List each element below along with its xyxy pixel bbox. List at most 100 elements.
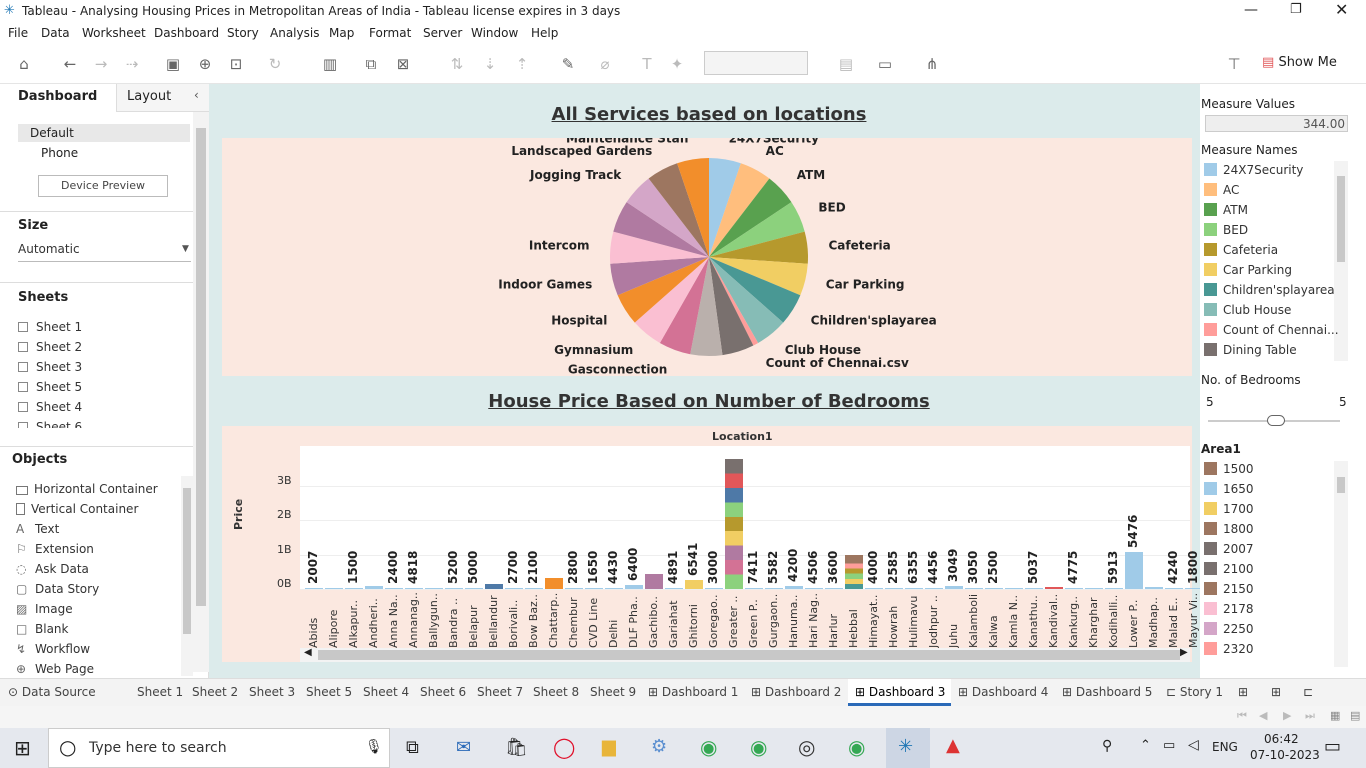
object-vertical-container[interactable]: Vertical Container bbox=[16, 502, 138, 516]
bar[interactable] bbox=[945, 586, 963, 589]
obs-icon[interactable]: ◎ bbox=[798, 735, 815, 759]
tableau-taskbar-icon[interactable]: ✳ bbox=[898, 736, 913, 757]
tab-dashboard-2[interactable]: ⊞ Dashboard 2 bbox=[751, 685, 841, 699]
bar[interactable] bbox=[785, 585, 803, 589]
tab-dashboard-5[interactable]: ⊞ Dashboard 5 bbox=[1062, 685, 1152, 699]
labels-icon[interactable]: T bbox=[637, 55, 657, 73]
object-text[interactable]: A Text bbox=[16, 522, 59, 536]
bar[interactable] bbox=[505, 587, 523, 589]
legend-item[interactable]: AC bbox=[1204, 183, 1239, 197]
clear-sheet-icon[interactable]: ⊠ bbox=[393, 55, 413, 73]
bar[interactable] bbox=[465, 588, 483, 589]
home-icon[interactable]: ⌂ bbox=[14, 55, 34, 73]
bar[interactable] bbox=[525, 588, 543, 589]
bar[interactable] bbox=[985, 588, 1003, 589]
tab-dashboard-3[interactable]: ⊞ Dashboard 3 bbox=[855, 685, 945, 699]
sheet-item[interactable]: Sheet 3 bbox=[18, 360, 82, 374]
collapse-pane-icon[interactable]: ‹ bbox=[194, 88, 199, 102]
undo-icon[interactable]: ← bbox=[60, 55, 80, 73]
redo-icon[interactable]: → bbox=[91, 55, 111, 73]
legend-item[interactable]: ATM bbox=[1204, 203, 1248, 217]
legend-item[interactable]: 24X7Security bbox=[1204, 163, 1303, 177]
sort-descending-icon[interactable]: ⇡ bbox=[512, 55, 532, 73]
legend-item[interactable]: Cafeteria bbox=[1204, 243, 1278, 257]
bedrooms-slider-handle[interactable] bbox=[1267, 415, 1285, 426]
list-view-icon[interactable]: ▤ bbox=[1350, 709, 1360, 722]
grid-view-icon[interactable]: ▦ bbox=[1330, 709, 1340, 722]
tab-sheet-4[interactable]: Sheet 4 bbox=[363, 685, 409, 699]
menu-server[interactable]: Server bbox=[423, 26, 462, 40]
bar[interactable] bbox=[1085, 587, 1103, 589]
menu-file[interactable]: File bbox=[8, 26, 28, 40]
menu-dashboard[interactable]: Dashboard bbox=[154, 26, 219, 40]
bar[interactable] bbox=[725, 458, 743, 589]
new-data-source-icon[interactable]: ⊕ bbox=[195, 55, 215, 73]
tab-dashboard[interactable]: Dashboard bbox=[0, 84, 116, 112]
format-painter-icon[interactable]: ⊤ bbox=[1224, 55, 1244, 73]
bar[interactable] bbox=[1065, 588, 1083, 589]
device-preview-button[interactable]: Device Preview bbox=[38, 175, 168, 197]
device-phone[interactable]: Phone bbox=[41, 146, 78, 160]
bar[interactable] bbox=[805, 587, 823, 589]
nav-prev-icon[interactable]: ◀ bbox=[1259, 709, 1267, 722]
measure-names-scroll-thumb[interactable] bbox=[1337, 176, 1345, 262]
bar[interactable] bbox=[1005, 588, 1023, 589]
bar[interactable] bbox=[485, 584, 503, 589]
chrome-profile-2-icon[interactable]: ◉ bbox=[848, 735, 865, 759]
nav-first-icon[interactable]: ⏮ bbox=[1237, 709, 1247, 723]
object-extension[interactable]: ⚐ Extension bbox=[16, 542, 94, 556]
menu-help[interactable]: Help bbox=[531, 26, 558, 40]
bar[interactable] bbox=[585, 588, 603, 589]
swap-icon[interactable]: ⇅ bbox=[447, 55, 467, 73]
file-explorer-icon[interactable]: ▆ bbox=[602, 736, 616, 757]
object-workflow[interactable]: ↯ Workflow bbox=[16, 642, 90, 656]
tab-sheet-9[interactable]: Sheet 9 bbox=[590, 685, 636, 699]
bar[interactable] bbox=[1125, 551, 1143, 589]
bar[interactable] bbox=[1045, 587, 1063, 589]
nav-next-icon[interactable]: ▶ bbox=[1283, 709, 1291, 722]
bar[interactable] bbox=[845, 554, 863, 589]
bar[interactable] bbox=[625, 584, 643, 589]
network-icon[interactable]: ▭ bbox=[1163, 738, 1175, 753]
legend-item[interactable]: 2320 bbox=[1204, 642, 1254, 656]
refresh-icon[interactable]: ↻ bbox=[265, 55, 285, 73]
bar[interactable] bbox=[425, 587, 443, 589]
tab-dashboard-1[interactable]: ⊞ Dashboard 1 bbox=[648, 685, 738, 699]
volume-icon[interactable]: ◁ bbox=[1188, 737, 1199, 753]
menu-map[interactable]: Map bbox=[329, 26, 354, 40]
legend-item[interactable]: 2250 bbox=[1204, 622, 1254, 636]
bar[interactable] bbox=[905, 588, 923, 589]
legend-item[interactable]: Children'splayarea bbox=[1204, 283, 1335, 297]
pie-chart[interactable]: 24X7SecurityACATMBEDCafeteriaCar Parking… bbox=[222, 138, 1192, 376]
replay-icon[interactable]: ⇢ bbox=[122, 55, 142, 73]
notifications-icon[interactable]: ▭ bbox=[1324, 736, 1341, 757]
legend-item[interactable]: 2100 bbox=[1204, 562, 1254, 576]
legend-item[interactable]: 1500 bbox=[1204, 462, 1254, 476]
legend-item[interactable]: Car Parking bbox=[1204, 263, 1292, 277]
bar[interactable] bbox=[605, 588, 623, 589]
object-horizontal-container[interactable]: Horizontal Container bbox=[16, 482, 158, 496]
bar[interactable] bbox=[685, 580, 703, 589]
menu-window[interactable]: Window bbox=[471, 26, 518, 40]
h-scroll-thumb[interactable] bbox=[318, 650, 1180, 660]
clock-time[interactable]: 06:42 bbox=[1264, 732, 1299, 746]
sheet-item[interactable]: Sheet 5 bbox=[18, 380, 82, 394]
bar[interactable] bbox=[345, 588, 363, 589]
bar[interactable] bbox=[925, 588, 943, 589]
tray-chevron-icon[interactable]: ⌃ bbox=[1140, 738, 1151, 753]
bar[interactable] bbox=[545, 577, 563, 589]
presentation-icon[interactable]: ▭ bbox=[875, 55, 895, 73]
bar[interactable] bbox=[645, 574, 663, 589]
bar[interactable] bbox=[365, 585, 383, 589]
bar[interactable] bbox=[445, 588, 463, 589]
object-blank[interactable]: □ Blank bbox=[16, 622, 68, 636]
nav-last-icon[interactable]: ⏭ bbox=[1305, 709, 1315, 723]
bar[interactable] bbox=[325, 587, 343, 589]
bar[interactable] bbox=[385, 588, 403, 589]
fit-dropdown[interactable] bbox=[704, 51, 808, 75]
menu-analysis[interactable]: Analysis bbox=[270, 26, 319, 40]
highlight-icon[interactable]: ✎ bbox=[558, 55, 578, 73]
menu-data[interactable]: Data bbox=[41, 26, 70, 40]
object-data-story[interactable]: ▢ Data Story bbox=[16, 582, 99, 596]
bar[interactable] bbox=[1025, 588, 1043, 589]
